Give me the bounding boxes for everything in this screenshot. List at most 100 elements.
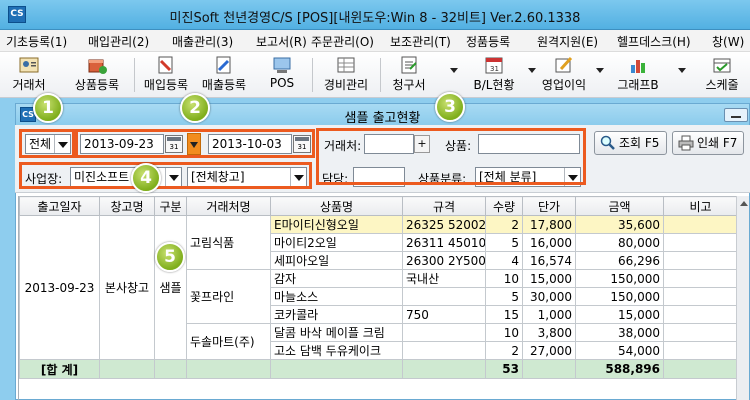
cell-qty: 2 [485,215,523,234]
printer-icon [678,135,694,151]
col-header-price[interactable]: 단가 [522,196,576,216]
toolbar-expense-button[interactable]: 경비관리 [318,54,374,96]
cell-amount: 150,000 [575,269,664,288]
col-header-type[interactable]: 구분 [154,196,187,216]
invoice-icon [401,56,417,74]
cell-product: 마늘소스 [270,287,403,306]
menu-license[interactable]: 정품등록 [466,33,510,50]
toolbar-invoice-dropdown-icon[interactable] [450,68,458,73]
cell-product: 세피아오일 [270,251,403,270]
toolbar-graph-button[interactable]: 그래프B [610,54,666,96]
table-row[interactable]: 2013-09-23 본사창고 샘플 고림식품 E마이티신형오일 26325 5… [19,215,738,360]
col-header-amount[interactable]: 금액 [575,196,664,216]
toolbar-bl-status-button[interactable]: 31 B/L현황 [466,54,522,96]
cell-product: E마이티신형오일 [270,215,403,234]
svg-text:31: 31 [490,65,499,73]
cell-note [663,269,738,288]
cell-qty: 15 [485,305,523,324]
cell-price: 3,800 [522,323,576,342]
toolbar-purchase-button[interactable]: 매입등록 [138,54,194,96]
cell-note [663,233,738,252]
toolbar-separator [380,58,381,92]
scroll-up-icon[interactable] [740,201,748,206]
title-bar: CS 미진Soft 천년경영C/S [POS][내윈도우:Win 8 - 32비… [0,0,750,30]
menu-bar: 기초등록(1) 매입관리(2) 매출관리(3) 보고서(R) 주문관리(O) 보… [0,30,750,52]
schedule-icon [713,58,731,73]
cell-customer: 꽃프라인 [186,269,271,324]
sales-doc-icon [216,56,231,74]
col-header-note[interactable]: 비고 [663,196,738,216]
cell-price: 27,000 [522,341,576,360]
col-header-spec[interactable]: 규격 [402,196,486,216]
expense-grid-icon [337,57,355,73]
menu-basic-registration[interactable]: 기초등록(1) [6,33,67,50]
cell-price: 30,000 [522,287,576,306]
total-row: [합 계] 53 588,896 [19,359,738,379]
cell-amount: 54,000 [575,341,664,360]
vertical-scrollbar[interactable] [736,196,749,400]
window-title: 미진Soft 천년경영C/S [POS][내윈도우:Win 8 - 32비트] … [169,11,581,26]
toolbar-invoice-button[interactable]: 청구서 [386,54,432,96]
toolbar-separator [312,58,313,92]
cell-amount: 150,000 [575,287,664,306]
toolbar-customer-button[interactable]: 거래처 [6,54,52,96]
cell-amount: 80,000 [575,233,664,252]
toolbar-pos-button[interactable]: POS [262,54,302,96]
cell-qty: 5 [485,287,523,306]
cell-spec: 국내산 [402,269,486,288]
menu-orders[interactable]: 주문관리(O) [311,33,374,50]
col-header-product[interactable]: 상품명 [270,196,403,216]
highlight-box-1 [19,129,75,158]
toolbar-product-button[interactable]: 상품등록 [64,54,130,96]
cell-product: 달콤 바삭 메이플 크림 [270,323,403,342]
print-button[interactable]: 인쇄 F7 [672,131,744,155]
search-button[interactable]: 조회 F5 [594,131,667,155]
menu-helpdesk[interactable]: 헬프데스크(H) [617,33,691,50]
toolbar-schedule-button[interactable]: 스케줄 [696,54,748,96]
cell-spec: 26325 52002 [402,215,486,234]
cell-note [663,215,738,234]
cell-product: 고소 담백 두유케이크 [270,341,403,360]
minimize-button[interactable] [724,108,748,122]
menu-purchase[interactable]: 매입관리(2) [88,33,149,50]
toolbar-bl-dropdown-icon[interactable] [528,68,536,73]
cell-spec [402,341,486,360]
cell-product: 마이티2오일 [270,233,403,252]
cell-note [663,287,738,306]
menu-remote-support[interactable]: 원격지원(E) [537,33,598,50]
cell-note [663,305,738,324]
callout-badge-1: 1 [33,93,63,123]
col-header-warehouse[interactable]: 창고명 [99,196,155,216]
cell-spec [402,287,486,306]
cell-product: 감자 [270,269,403,288]
cell-amount: 35,600 [575,215,664,234]
toolbar-profit-button[interactable]: 영업이익 [536,54,592,96]
col-header-date[interactable]: 출고일자 [19,196,100,216]
cell-spec [402,323,486,342]
bar-chart-icon [631,60,645,73]
product-box-icon [88,59,107,74]
cell-warehouse: 본사창고 [99,215,155,360]
callout-badge-2: 2 [180,93,210,123]
menu-reports[interactable]: 보고서(R) [256,33,307,50]
toolbar-sales-button[interactable]: 매출등록 [196,54,252,96]
cell-qty: 5 [485,233,523,252]
cell-note [663,251,738,270]
col-header-customer[interactable]: 거래처명 [186,196,271,216]
magnifier-icon [600,135,615,150]
menu-window[interactable]: 창(W) [712,33,744,50]
col-header-qty[interactable]: 수량 [485,196,523,216]
cell-note [663,341,738,360]
toolbar-graph-dropdown-icon[interactable] [678,68,686,73]
toolbar-separator [134,58,135,92]
contact-card-icon [19,57,39,73]
menu-aux[interactable]: 보조관리(T) [390,33,451,50]
menu-sales[interactable]: 매출관리(3) [172,33,233,50]
sample-shipment-table: 출고일자 창고명 구분 거래처명 상품명 규격 수량 단가 금액 비고 2013… [18,196,738,400]
cell-qty: 10 [485,269,523,288]
cell-amount: 15,000 [575,305,664,324]
toolbar-profit-dropdown-icon[interactable] [596,68,604,73]
callout-badge-3: 3 [435,92,465,122]
cell-spec: 26311 45010 [402,233,486,252]
highlight-box-4 [19,162,312,189]
